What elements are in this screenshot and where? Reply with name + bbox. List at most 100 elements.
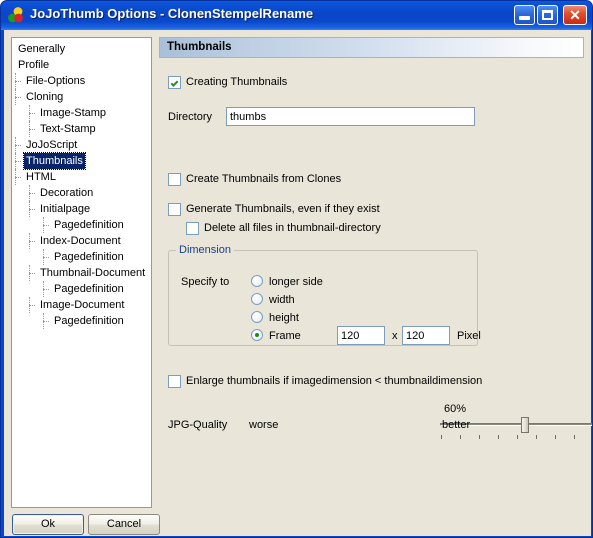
close-button[interactable]: ✕ [563,5,587,25]
dimension-groupbox-caption: Dimension [176,244,234,256]
app-colored-circles-icon [7,7,23,23]
slider-tick [536,435,537,439]
tree-connector-horizontal [29,129,35,130]
radio-frame-label: Frame [269,330,301,342]
creating-thumbnails-label: Creating Thumbnails [186,76,288,88]
tree-connector-horizontal [29,209,35,210]
tree-item-label: Index-Document [40,235,121,247]
window-title: JoJoThumb Options - ClonenStempelRename [30,6,314,21]
tree-connector-horizontal [15,161,21,162]
tree-item-label: Pagedefinition [54,219,124,231]
enlarge-thumbnails-checkbox[interactable] [168,375,181,388]
tree-item-pagedefinition[interactable]: Pagedefinition [12,313,151,329]
tree-item-generally[interactable]: Generally [12,41,151,57]
tree-item-label: HTML [26,171,56,183]
tree-item-label: Image-Document [40,299,125,311]
tree-item-jojoscript[interactable]: JoJoScript [12,137,151,153]
slider-tick [460,435,461,439]
maximize-button[interactable] [537,5,558,25]
tree-item-text-stamp[interactable]: Text-Stamp [12,121,151,137]
creating-thumbnails-checkbox[interactable] [168,76,181,89]
tree-connector-horizontal [43,257,49,258]
tree-item-initialpage[interactable]: Initialpage [12,201,151,217]
generate-even-if-exist-label: Generate Thumbnails, even if they exist [186,203,380,215]
section-title: Thumbnails [167,41,232,53]
slider-tick [574,435,575,439]
jpg-quality-label: JPG-Quality [168,419,228,431]
jpg-quality-slider-thumb[interactable] [521,417,529,433]
tree-item-decoration[interactable]: Decoration [12,185,151,201]
delete-all-files-checkbox[interactable] [186,222,199,235]
create-from-clones-label: Create Thumbnails from Clones [186,173,342,185]
radio-longer-side-label: longer side [269,276,323,288]
slider-tick [498,435,499,439]
jpg-quality-max-label: better [442,419,471,431]
frame-unit-label: Pixel [457,330,481,342]
tree-item-label: Text-Stamp [40,123,96,135]
minimize-button[interactable] [514,5,535,25]
frame-separator: x [392,330,398,342]
tree-item-image-document[interactable]: Image-Document [12,297,151,313]
specify-to-label: Specify to [181,276,230,288]
create-from-clones-checkbox[interactable] [168,173,181,186]
radio-width[interactable] [251,293,263,305]
frame-width-input[interactable] [337,326,385,345]
frame-height-input[interactable] [402,326,450,345]
generate-even-if-exist-checkbox[interactable] [168,203,181,216]
tree-item-label: Initialpage [40,203,91,215]
directory-label: Directory [168,111,213,123]
tree-item-pagedefinition[interactable]: Pagedefinition [12,281,151,297]
tree-connector-horizontal [43,225,49,226]
slider-tick [517,435,518,439]
radio-width-label: width [269,294,295,306]
tree-item-label: File-Options [26,75,86,87]
tree-connector-horizontal [29,241,35,242]
tree-item-label: Pagedefinition [54,251,124,263]
tree-connector-horizontal [29,305,35,306]
settings-detail-panel: Thumbnails Creating Thumbnails Directory… [159,37,592,508]
tree-connector-horizontal [29,273,35,274]
tree-item-label: Thumbnail-Document [40,267,146,279]
tree-item-label: JoJoScript [26,139,78,151]
tree-item-thumbnails[interactable]: Thumbnails [12,152,151,170]
tree-item-image-stamp[interactable]: Image-Stamp [12,105,151,121]
slider-tick [555,435,556,439]
slider-tick [441,435,442,439]
tree-connector-horizontal [43,289,49,290]
options-dialog-window: JoJoThumb Options - ClonenStempelRename … [0,0,593,538]
tree-item-label: Image-Stamp [40,107,107,119]
tree-item-pagedefinition[interactable]: Pagedefinition [12,217,151,233]
tree-item-pagedefinition[interactable]: Pagedefinition [12,249,151,265]
tree-connector-horizontal [15,81,21,82]
tree-item-file-options[interactable]: File-Options [12,73,151,89]
ok-button[interactable]: Ok [12,514,84,535]
delete-all-files-label: Delete all files in thumbnail-directory [204,222,381,234]
tree-connector-horizontal [15,177,21,178]
tree-item-profile[interactable]: Profile [12,57,151,73]
cancel-button[interactable]: Cancel [88,514,160,535]
tree-connector-horizontal [15,145,21,146]
tree-item-cloning[interactable]: Cloning [12,89,151,105]
slider-tick [479,435,480,439]
jpg-quality-value-top: 60% [444,403,467,415]
tree-item-label: Generally [18,43,66,55]
radio-height-label: height [269,312,299,324]
tree-connector-horizontal [29,193,35,194]
settings-tree[interactable]: Generally Profile File-Options Cloning Image… [11,37,152,508]
radio-frame[interactable] [251,329,263,341]
tree-item-label: Cloning [26,91,64,103]
section-header: Thumbnails [159,37,584,58]
tree-item-index-document[interactable]: Index-Document [12,233,151,249]
directory-input[interactable] [226,107,475,126]
tree-item-thumbnail-document[interactable]: Thumbnail-Document [12,265,151,281]
tree-connector-horizontal [29,113,35,114]
tree-connector-horizontal [43,321,49,322]
radio-height[interactable] [251,311,263,323]
tree-item-label: Thumbnails [23,152,86,170]
title-bar: JoJoThumb Options - ClonenStempelRename … [1,1,592,30]
radio-longer-side[interactable] [251,275,263,287]
tree-item-html[interactable]: HTML [12,169,151,185]
tree-item-label: Pagedefinition [54,315,124,327]
dialog-client-area: Generally Profile File-Options Cloning Image… [4,30,592,536]
tree-item-label: Decoration [40,187,94,199]
